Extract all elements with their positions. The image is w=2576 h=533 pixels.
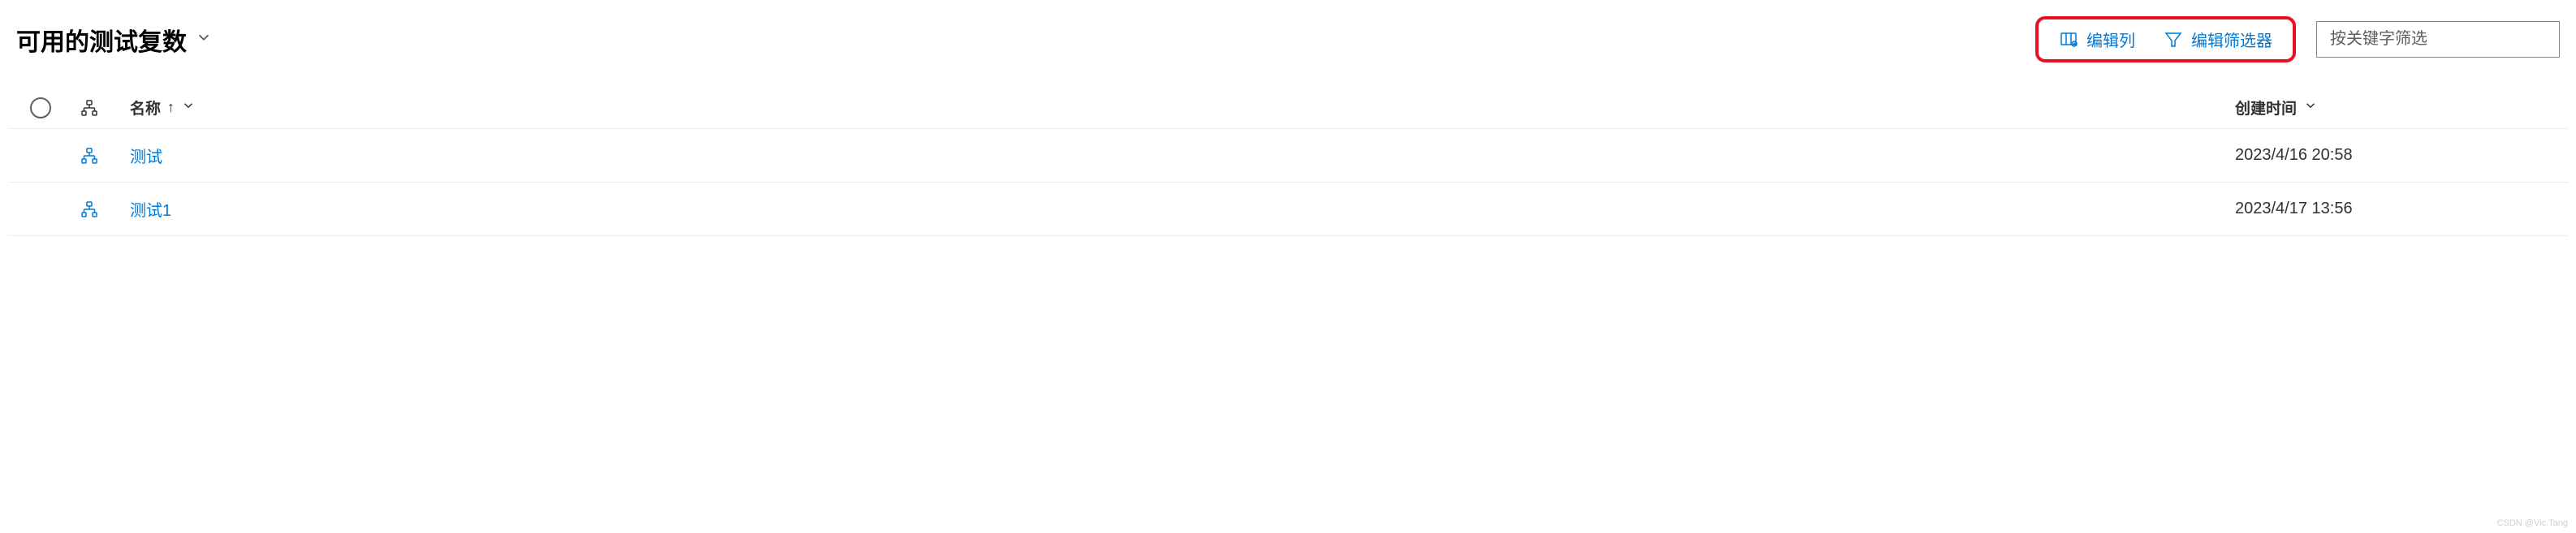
search-input[interactable] xyxy=(2316,21,2560,58)
select-all-cell[interactable] xyxy=(16,97,65,118)
actions-group: 编辑列 编辑筛选器 xyxy=(2035,16,2560,62)
created-column-header[interactable]: 创建时间 xyxy=(2235,97,2560,118)
created-column-label: 创建时间 xyxy=(2235,97,2297,118)
edit-filters-button[interactable]: 编辑筛选器 xyxy=(2164,28,2272,51)
table-row[interactable]: 测试1 2023/4/17 13:56 xyxy=(8,183,2568,236)
table-header-row: 名称 ↑ 创建时间 xyxy=(8,87,2568,129)
select-all-checkbox[interactable] xyxy=(30,97,51,118)
row-created-date: 2023/4/17 13:56 xyxy=(2235,200,2353,218)
row-name-link[interactable]: 测试1 xyxy=(130,197,171,221)
table-row[interactable]: 测试 2023/4/16 20:58 xyxy=(8,129,2568,183)
watermark: CSDN @Vic.Tang xyxy=(2497,518,2568,528)
type-column-header[interactable] xyxy=(65,98,114,118)
edit-filters-label: 编辑筛选器 xyxy=(2191,28,2272,51)
chevron-down-icon[interactable] xyxy=(181,98,196,117)
chevron-down-icon[interactable] xyxy=(2303,98,2318,117)
edit-columns-label: 编辑列 xyxy=(2086,28,2135,51)
hierarchy-icon xyxy=(65,146,114,165)
columns-icon xyxy=(2059,30,2078,49)
header-bar: 可用的测试复数 编辑列 编辑筛选器 xyxy=(8,16,2568,62)
page-title: 可用的测试复数 xyxy=(16,22,187,58)
filter-icon xyxy=(2164,30,2183,49)
chevron-down-icon[interactable] xyxy=(195,28,213,50)
sort-ascending-icon: ↑ xyxy=(167,99,175,116)
name-column-label: 名称 xyxy=(130,97,161,118)
data-table: 名称 ↑ 创建时间 测试 2023/4/16 20:58 xyxy=(8,87,2568,236)
row-name-link[interactable]: 测试 xyxy=(130,144,162,167)
row-created-date: 2023/4/16 20:58 xyxy=(2235,146,2353,165)
hierarchy-icon xyxy=(65,200,114,219)
edit-columns-button[interactable]: 编辑列 xyxy=(2059,28,2135,51)
title-group[interactable]: 可用的测试复数 xyxy=(16,22,213,58)
highlighted-actions: 编辑列 编辑筛选器 xyxy=(2035,16,2296,62)
name-column-header[interactable]: 名称 ↑ xyxy=(114,97,2235,118)
